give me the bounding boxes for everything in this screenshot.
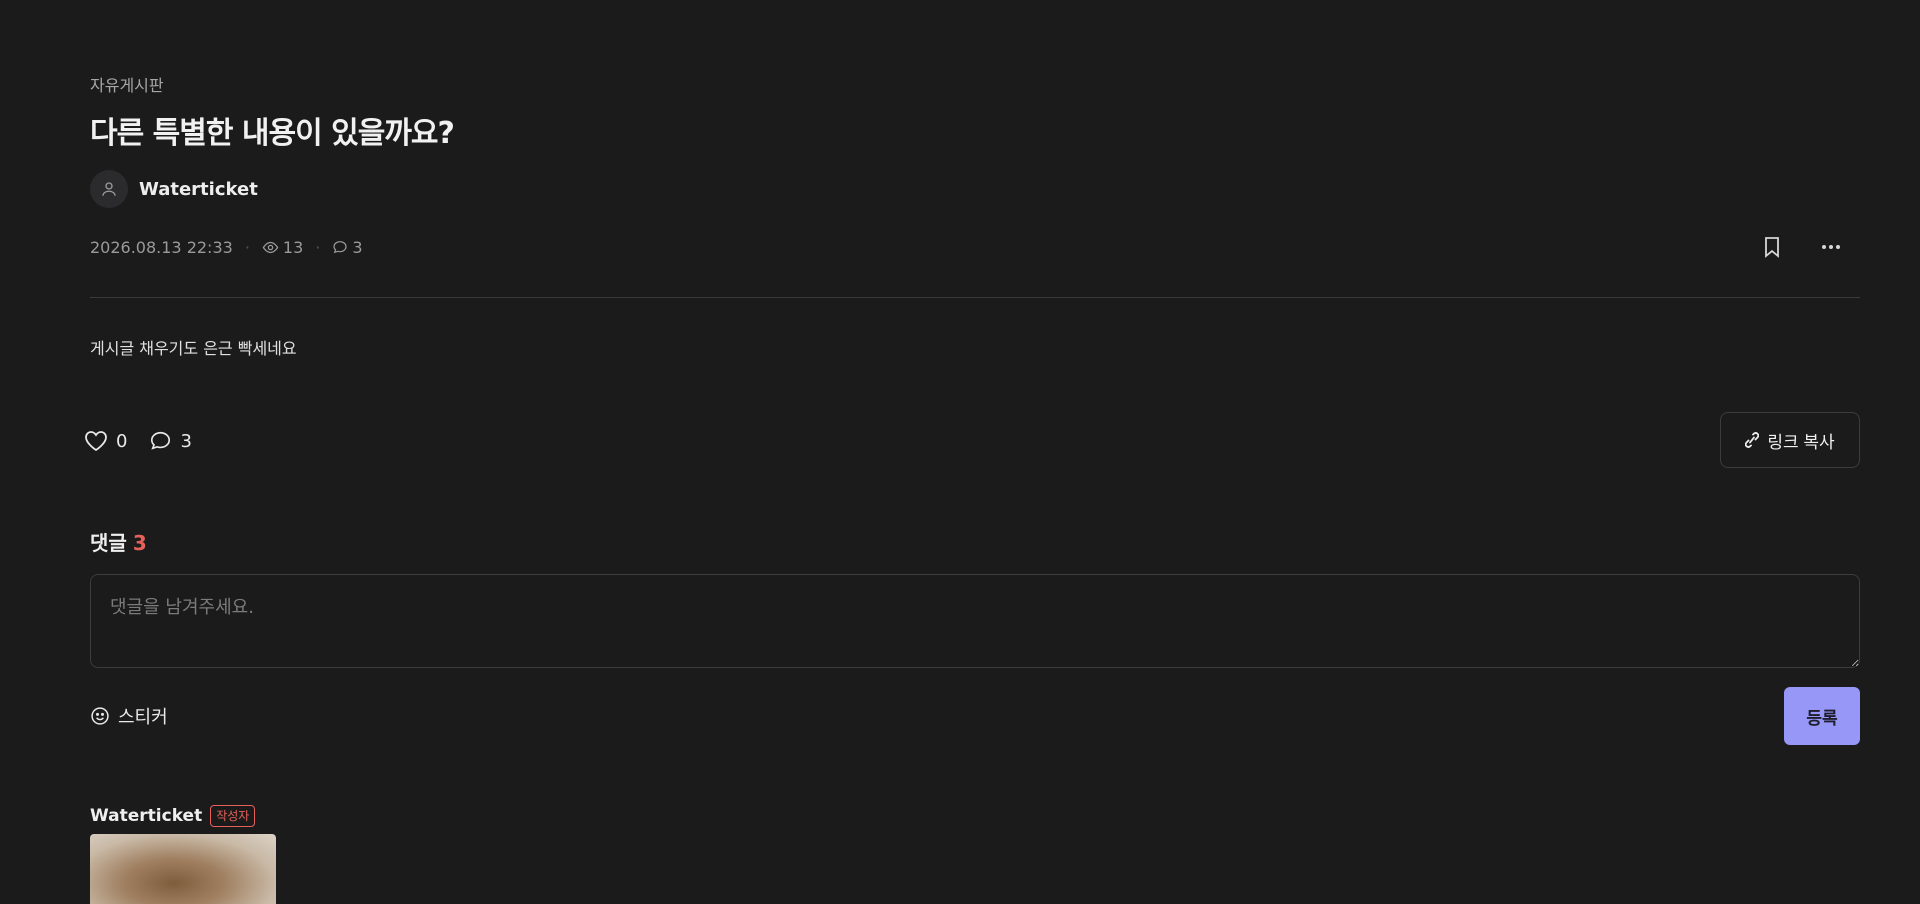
like-button[interactable]: 0 bbox=[84, 430, 127, 452]
like-count: 0 bbox=[116, 430, 128, 452]
eye-icon bbox=[262, 241, 279, 253]
post-actions: 0 3 bbox=[84, 428, 192, 454]
comment-count-value: 3 bbox=[352, 237, 363, 257]
comment-sticker-image bbox=[90, 834, 276, 904]
comment-count: 3 bbox=[332, 237, 363, 257]
bookmark-icon bbox=[1765, 237, 1779, 258]
sticker-button[interactable]: 스티커 bbox=[90, 703, 168, 729]
speech-bubble-icon bbox=[333, 241, 347, 254]
comment-author[interactable]: Waterticket bbox=[90, 806, 202, 826]
author-badge: 작성자 bbox=[210, 805, 256, 827]
copy-link-label: 링크 복사 bbox=[1767, 432, 1835, 452]
comment-item: Waterticket 작성자 bbox=[90, 803, 256, 829]
comments-heading-label: 댓글 bbox=[90, 531, 127, 555]
comment-input[interactable] bbox=[90, 574, 1860, 668]
view-count-value: 13 bbox=[282, 237, 304, 257]
comments-heading: 댓글 3 bbox=[90, 527, 147, 556]
sticker-label: 스티커 bbox=[118, 707, 168, 728]
meta-separator: · bbox=[244, 237, 250, 257]
smile-icon bbox=[91, 707, 109, 725]
bookmark-button[interactable] bbox=[1758, 233, 1786, 261]
link-icon bbox=[1745, 432, 1760, 448]
post-author[interactable]: Waterticket bbox=[90, 170, 258, 208]
user-icon[interactable] bbox=[90, 170, 128, 208]
post-title: 다른 특별한 내용이 있을까요? bbox=[90, 116, 455, 151]
comments-count: 3 bbox=[180, 430, 192, 452]
comments-heading-count: 3 bbox=[132, 531, 147, 555]
comment-button[interactable]: 3 bbox=[149, 430, 192, 452]
view-count: 13 bbox=[262, 238, 303, 257]
post-date: 2026.08.13 22:33 bbox=[90, 237, 233, 257]
more-options-button[interactable] bbox=[1816, 233, 1846, 261]
more-horizontal-icon bbox=[1822, 245, 1840, 249]
speech-bubble-icon bbox=[151, 431, 171, 450]
submit-comment-button[interactable]: 등록 bbox=[1784, 687, 1860, 745]
board-name[interactable]: 자유게시판 bbox=[90, 72, 164, 96]
post-meta: 2026.08.13 22:33 · 13 · 3 bbox=[90, 236, 363, 258]
copy-link-button[interactable]: 링크 복사 bbox=[1720, 412, 1860, 468]
divider bbox=[90, 297, 1860, 298]
meta-separator: · bbox=[315, 237, 321, 257]
heart-icon bbox=[85, 431, 107, 452]
post-page: 자유게시판 다른 특별한 내용이 있을까요? Waterticket 2026.… bbox=[0, 0, 1920, 904]
author-name[interactable]: Waterticket bbox=[139, 179, 258, 200]
post-body: 게시글 채우기도 은근 빡세네요 bbox=[90, 339, 297, 358]
